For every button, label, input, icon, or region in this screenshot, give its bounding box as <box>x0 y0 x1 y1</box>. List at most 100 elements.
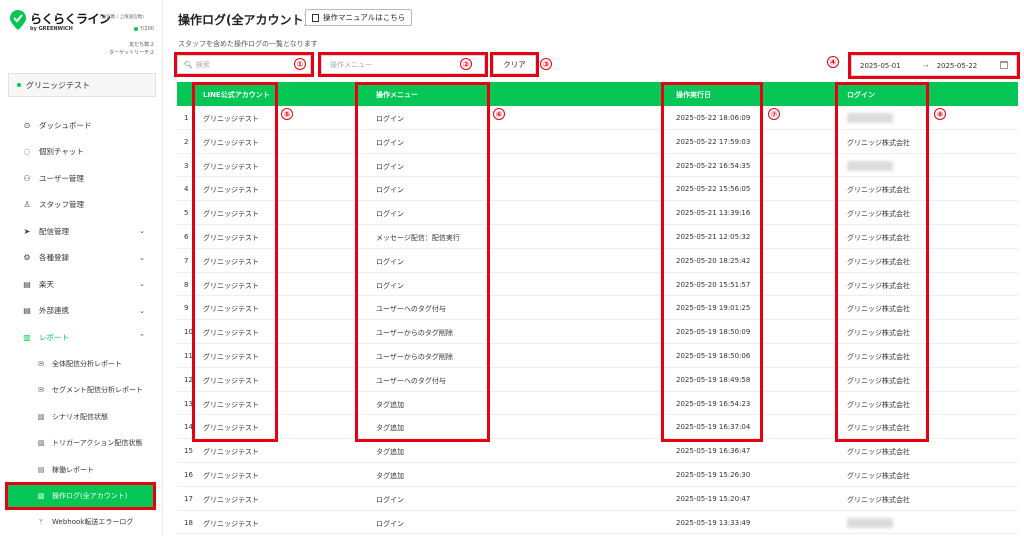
sidebar-item-integration[interactable]: ▤ 外部連携 ⌄ <box>0 298 163 325</box>
table-row: 9 グリニッジテスト ユーザーへのタグ付与 2025-05-19 19:01:25 グリ… <box>177 296 1018 321</box>
marker-3: ③ <box>540 58 552 70</box>
cell-menu: ユーザーへのタグ付与 <box>376 376 446 385</box>
sidebar-item-rakuten[interactable]: ▤ 楽天 ⌄ <box>0 271 163 298</box>
cell-menu: ログイン <box>376 257 404 266</box>
sidebar-subitem-label: セグメント配信分析レポート <box>52 386 143 395</box>
cell-login: グリニッジ株式会社 <box>847 257 910 266</box>
search-input[interactable]: 🔍︎ 検索 <box>174 52 314 77</box>
friend-stats: 友だち数:2 ターゲットリーチ:2 <box>109 41 154 57</box>
cell-login: グリニッジ株式会社 <box>847 495 910 504</box>
table-row: 16 グリニッジテスト タグ追加 2025-05-19 15:26:30 グリニッジ株式… <box>177 463 1018 487</box>
sidebar-item-dashboard[interactable]: ⊙ ダッシュボード <box>0 112 163 139</box>
cell-account: グリニッジテスト <box>203 233 259 242</box>
sidebar-item-label: 個別チャット <box>39 147 84 157</box>
row-number: 3 <box>184 161 189 170</box>
sidebar-item-label: レポート <box>39 332 69 342</box>
table-row: 11 グリニッジテスト ユーザーからのタグ削除 2025-05-19 18:50:06… <box>177 344 1018 368</box>
sidebar-subitem-label: Webhook転送エラーログ <box>52 518 134 527</box>
row-number: 13 <box>184 399 193 408</box>
cell-menu: メッセージ配信：配信実行 <box>376 233 460 242</box>
row-number: 6 <box>184 232 189 241</box>
mail-icon: ✉ <box>38 359 44 368</box>
table-row: 17 グリニッジテスト ログイン 2025-05-19 15:20:47 グリニッジ株式… <box>177 487 1018 511</box>
sidebar-subitem-scenario-status[interactable]: ▧ シナリオ配信状態 <box>0 404 163 431</box>
sidebar-item-delivery[interactable]: ➤ 配信管理 ⌄ <box>0 218 163 245</box>
cell-account: グリニッジテスト <box>203 138 259 147</box>
column-header-account[interactable]: LINE公式アカウント <box>203 90 270 100</box>
cell-date: 2025-05-20 18:25:42 <box>676 256 751 265</box>
list-icon: ▧ <box>37 439 45 448</box>
cell-login: グリニッジ株式会社 <box>847 186 910 195</box>
table-row: 14 グリニッジテスト タグ追加 2025-05-19 16:37:04 グリニッジ株式… <box>177 415 1018 440</box>
cell-account: グリニッジテスト <box>203 471 259 480</box>
cell-menu: タグ追加 <box>376 424 404 433</box>
logo-title: らくらくライン <box>30 12 111 26</box>
row-number: 16 <box>184 470 193 479</box>
cell-login <box>847 113 893 125</box>
cell-login: グリニッジ株式会社 <box>847 329 910 338</box>
sidebar-item-registration[interactable]: ⚙ 各種登録 ⌄ <box>0 245 163 272</box>
cell-date: 2025-05-21 13:39:16 <box>676 209 751 218</box>
operation-log-table: LINE公式アカウント 操作メニュー 操作実行日 ログイン 1 グリニッジテストロ… <box>177 82 1018 535</box>
list-icon: ▧ <box>37 492 45 500</box>
sidebar-subitem-trigger-status[interactable]: ▧ トリガーアクション配信状態 <box>0 430 163 457</box>
manual-button-label: 操作マニュアルはこちら <box>323 13 406 22</box>
table-row: 6 グリニッジテスト メッセージ配信：配信実行 2025-05-21 12:05:32… <box>177 225 1018 249</box>
cell-menu: タグ追加 <box>376 471 404 480</box>
date-from: 2025-05-01 <box>860 61 901 70</box>
sidebar-subitem-operation-log[interactable]: ▧ 操作ログ(全アカウント) <box>5 482 156 510</box>
column-header-login[interactable]: ログイン <box>847 90 875 100</box>
friend-count: 友だち数:2 <box>129 42 154 48</box>
sidebar-item-staff[interactable]: ♙ スタッフ管理 <box>0 192 163 219</box>
row-number: 1 <box>184 114 189 122</box>
sidebar-item-label: 外部連携 <box>39 306 69 316</box>
sidebar-item-label: 楽天 <box>39 279 54 289</box>
account-status-dot-icon <box>17 83 21 87</box>
logo-mark-icon <box>10 10 26 30</box>
clear-button[interactable]: クリア <box>490 52 539 77</box>
row-number: 4 <box>184 185 189 194</box>
webhook-icon: ᛘ <box>38 518 44 527</box>
sidebar-item-label: ダッシュボード <box>39 120 92 130</box>
mail-icon: ✉ <box>38 386 44 395</box>
row-number: 2 <box>184 137 189 146</box>
column-header-menu[interactable]: 操作メニュー <box>376 90 418 100</box>
row-number: 14 <box>184 423 193 432</box>
column-header-date[interactable]: 操作実行日 <box>676 90 711 100</box>
sidebar-subitem-overall-report[interactable]: ✉ 全体配信分析レポート <box>0 351 163 378</box>
sidebar-item-chat[interactable]: ◌ 個別チャット <box>0 139 163 166</box>
cell-login: グリニッジ株式会社 <box>847 138 910 147</box>
sidebar-subitem-segment-report[interactable]: ✉ セグメント配信分析レポート <box>0 377 163 404</box>
cell-date: 2025-05-19 15:20:47 <box>676 494 751 503</box>
sidebar-subitem-label: 操作ログ(全アカウント) <box>52 492 128 500</box>
cell-login: グリニッジ株式会社 <box>847 305 910 314</box>
cell-login: グリニッジ株式会社 <box>847 424 910 433</box>
manual-button[interactable]: 操作マニュアルはこちら <box>305 9 413 26</box>
chevron-down-icon: ⌄ <box>139 253 145 262</box>
marker-7: ⑦ <box>768 108 780 120</box>
sidebar-item-report[interactable]: ▥ レポート ⌃ <box>0 324 163 351</box>
row-number: 5 <box>184 209 189 218</box>
sidebar-subitem-label: 全体配信分析レポート <box>52 359 122 368</box>
cell-menu: ログイン <box>376 115 404 123</box>
table-row: 4 グリニッジテスト ログイン 2025-05-22 15:56:05 グリニッジ株式会… <box>177 177 1018 202</box>
cell-account: グリニッジテスト <box>203 495 259 504</box>
cell-login: グリニッジ株式会社 <box>847 352 910 361</box>
cell-date: 2025-05-19 16:54:23 <box>676 399 751 408</box>
sidebar-subitem-webhook-error[interactable]: ᛘ Webhook転送エラーログ <box>0 509 163 536</box>
cell-menu: ログイン <box>376 162 404 171</box>
cell-login <box>847 160 893 173</box>
cell-date: 2025-05-20 15:51:57 <box>676 280 751 289</box>
marker-5: ⑤ <box>281 108 293 120</box>
cell-account: グリニッジテスト <box>203 210 259 219</box>
document-icon <box>312 13 319 22</box>
sidebar-item-users[interactable]: ⚇ ユーザー管理 <box>0 165 163 192</box>
status-dot-icon <box>133 27 138 31</box>
date-range-picker[interactable]: 2025-05-01 → 2025-05-22 <box>848 52 1020 79</box>
cell-date: 2025-05-19 15:26:30 <box>676 470 751 479</box>
account-selector[interactable]: グリニッジテスト <box>8 73 156 97</box>
sidebar-subitem-operation-report[interactable]: ▤ 稼働レポート <box>0 457 163 484</box>
chat-icon: ◌ <box>23 147 31 157</box>
sidebar: らくらくライン (送信数 / 上限送信数) by GREENWICH 7/200… <box>0 0 163 536</box>
sidebar-item-label: ユーザー管理 <box>39 173 84 183</box>
